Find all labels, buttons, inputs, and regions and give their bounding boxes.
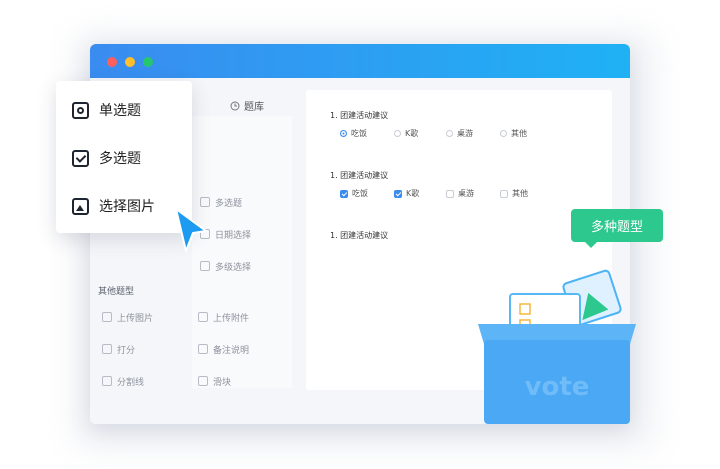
popup-item-label: 选择图片	[99, 199, 155, 215]
clock-icon	[230, 101, 240, 110]
checkbox-icon	[446, 189, 454, 198]
q1-option-boardgame[interactable]: 桌游	[446, 128, 473, 139]
checkbox-checked-icon	[394, 189, 402, 198]
item-label: 滑块	[213, 377, 232, 388]
q2-option-eat[interactable]: 吃饭	[340, 188, 368, 199]
popup-item-image-choice[interactable]: 选择图片	[72, 191, 155, 221]
question-types-badge: 多种题型	[571, 209, 663, 248]
popup-item-label: 单选题	[99, 103, 141, 119]
radio-selected-icon	[340, 130, 347, 137]
q1-option-other[interactable]: 其他	[500, 128, 527, 139]
vote-box-illustration: vote	[478, 269, 636, 424]
q1-option-ktv[interactable]: K歌	[394, 128, 418, 139]
mouse-pointer-icon	[175, 208, 207, 252]
radio-circle-icon	[72, 101, 89, 119]
library-item-label: 日期选择	[215, 230, 252, 241]
item-upload-image[interactable]: 上传图片	[102, 306, 153, 328]
item-label: 上传图片	[117, 313, 154, 324]
title-bar	[90, 44, 630, 78]
item-label: 打分	[117, 345, 136, 356]
popup-item-multiple-choice[interactable]: 多选题	[72, 143, 141, 173]
image-icon	[72, 197, 89, 215]
library-item-label: 多选题	[215, 198, 243, 209]
divider-icon	[102, 376, 112, 386]
option-label: 桌游	[457, 129, 473, 138]
star-icon	[102, 344, 112, 354]
popup-item-label: 多选题	[99, 151, 141, 167]
item-divider[interactable]: 分割线	[102, 370, 144, 392]
close-window-button[interactable]	[107, 57, 117, 67]
item-label: 分割线	[117, 377, 145, 388]
q2-option-other[interactable]: 其他	[500, 188, 528, 199]
checkbox-icon	[500, 189, 508, 198]
list-icon	[200, 261, 210, 271]
vote-label: vote	[525, 372, 590, 402]
slider-icon	[198, 376, 208, 386]
option-label: 其他	[512, 189, 528, 198]
radio-icon	[394, 130, 401, 137]
popup-item-single-choice[interactable]: 单选题	[72, 95, 141, 125]
option-label: 吃饭	[351, 129, 367, 138]
image-icon	[102, 312, 112, 322]
item-rating[interactable]: 打分	[102, 338, 135, 360]
question-2-title: 1. 团建活动建议	[330, 171, 389, 180]
radio-icon	[500, 130, 507, 137]
item-label: 备注说明	[213, 345, 250, 356]
library-header: 题库	[230, 98, 264, 113]
library-item-label: 多级选择	[215, 262, 252, 273]
item-upload-attachment[interactable]: 上传附件	[198, 306, 249, 328]
q2-option-ktv[interactable]: K歌	[394, 188, 419, 199]
item-note[interactable]: 备注说明	[198, 338, 249, 360]
question-1-title: 1. 团建活动建议	[330, 111, 389, 120]
option-label: K歌	[406, 189, 420, 198]
checkbox-checked-icon	[72, 149, 89, 167]
radio-icon	[446, 130, 453, 137]
item-slider[interactable]: 滑块	[198, 370, 231, 392]
minimize-window-button[interactable]	[125, 57, 135, 67]
option-label: 桌游	[458, 189, 474, 198]
library-item-cascade-select[interactable]: 多级选择	[194, 255, 258, 277]
paperclip-icon	[198, 312, 208, 322]
question-3-title: 1. 团建活动建议	[330, 231, 389, 240]
item-label: 上传附件	[213, 313, 250, 324]
option-label: 其他	[511, 129, 527, 138]
other-types-label: 其他题型	[98, 287, 135, 297]
q2-option-boardgame[interactable]: 桌游	[446, 188, 474, 199]
maximize-window-button[interactable]	[143, 57, 153, 67]
checkbox-checked-icon	[340, 189, 348, 198]
badge-label: 多种题型	[590, 220, 643, 235]
q1-option-eat[interactable]: 吃饭	[340, 128, 367, 139]
library-title: 题库	[244, 102, 264, 113]
note-icon	[198, 344, 208, 354]
option-label: 吃饭	[352, 189, 368, 198]
option-label: K歌	[405, 129, 419, 138]
